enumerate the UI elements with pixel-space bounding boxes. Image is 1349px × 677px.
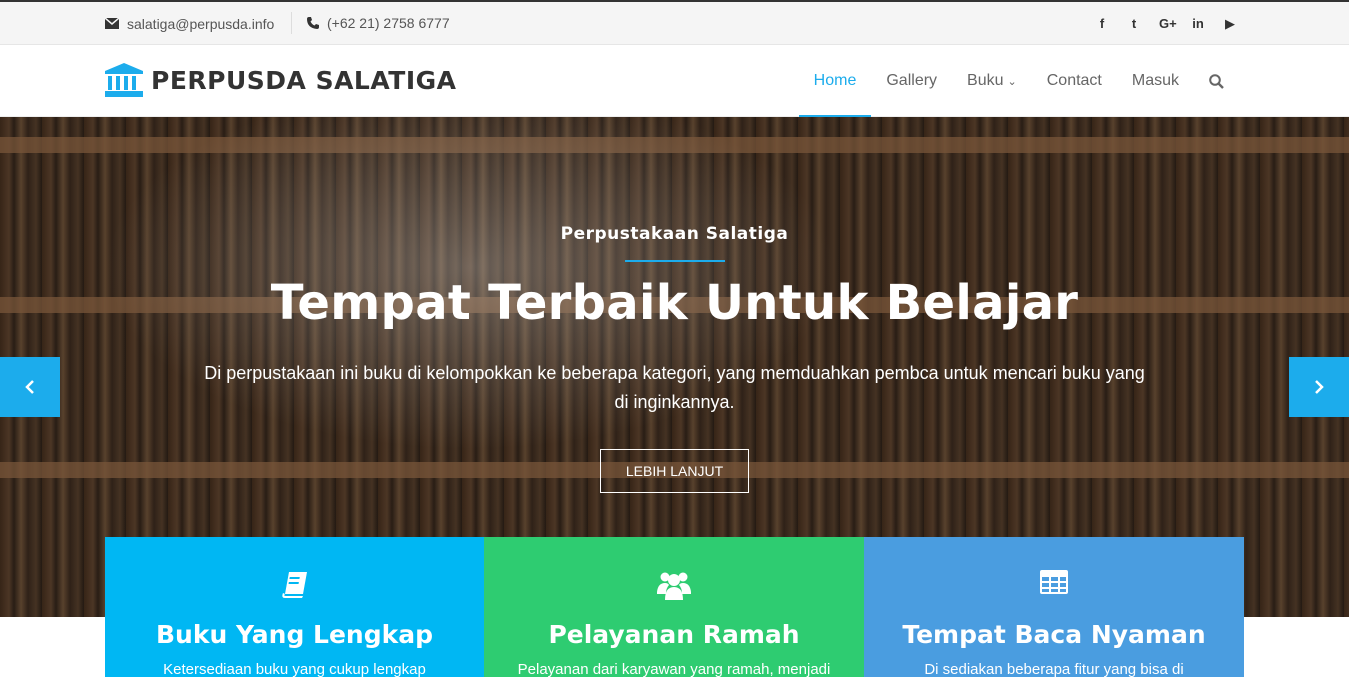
feature-title: Pelayanan Ramah [548, 620, 800, 649]
hero-title: Tempat Terbaik Untuk Belajar [270, 275, 1079, 331]
users-icon [657, 572, 691, 600]
twitter-icon[interactable]: t [1127, 16, 1141, 31]
book-icon [281, 572, 307, 598]
linkedin-icon[interactable]: in [1191, 16, 1205, 31]
phone-icon [307, 17, 319, 29]
nav-buku-dropdown[interactable]: Buku ⌄ [952, 45, 1032, 117]
feature-title: Tempat Baca Nyaman [902, 620, 1206, 649]
nav-masuk-label: Masuk [1131, 72, 1179, 89]
nav-masuk[interactable]: Masuk [1117, 45, 1194, 117]
email-text: salatiga@perpusda.info [127, 15, 275, 32]
library-building-icon [105, 63, 143, 97]
chevron-down-icon: ⌄ [1007, 75, 1017, 88]
google-plus-icon[interactable]: G+ [1159, 16, 1177, 31]
nav-home-label: Home [813, 72, 857, 89]
envelope-icon [105, 18, 119, 29]
facebook-icon[interactable]: f [1095, 16, 1109, 31]
social-links: f t G+ in ▶ [1077, 2, 1237, 45]
nav-gallery-label: Gallery [886, 72, 938, 89]
slider-prev-button[interactable] [0, 357, 60, 417]
brand-name: PERPUSDA SALATIGA [151, 65, 457, 95]
feature-box: Pelayanan Ramah Pelayanan dari karyawan … [484, 537, 864, 677]
nav-gallery[interactable]: Gallery [871, 45, 952, 117]
feature-text: Di sediakan beberapa fitur yang bisa di [924, 661, 1184, 677]
youtube-icon[interactable]: ▶ [1223, 16, 1237, 32]
nav-contact-label: Contact [1046, 72, 1102, 89]
main-navbar: PERPUSDA SALATIGA Home Gallery Buku ⌄ Con… [0, 45, 1349, 118]
phone-text: (+62 21) 2758 6777 [327, 15, 450, 31]
nav-home[interactable]: Home [798, 45, 872, 118]
primary-nav: Home Gallery Buku ⌄ Contact Masuk [798, 45, 1239, 118]
chevron-right-icon [1315, 380, 1324, 394]
hero-divider [625, 260, 725, 262]
nav-contact[interactable]: Contact [1032, 45, 1117, 117]
feature-boxes: Buku Yang Lengkap Ketersediaan buku yang… [105, 537, 1244, 677]
slider-next-button[interactable] [1289, 357, 1349, 417]
search-button[interactable] [1194, 45, 1239, 117]
top-bar: salatiga@perpusda.info (+62 21) 2758 677… [0, 0, 1349, 45]
brand-logo[interactable]: PERPUSDA SALATIGA [105, 63, 457, 97]
feature-title: Buku Yang Lengkap [155, 620, 434, 649]
table-icon [1040, 570, 1068, 594]
feature-text: Ketersediaan buku yang cukup lengkap [163, 661, 426, 677]
feature-text: Pelayanan dari karyawan yang ramah, menj… [517, 661, 831, 677]
phone-contact[interactable]: (+62 21) 2758 6777 [291, 12, 450, 34]
learn-more-button[interactable]: LEBIH LANJUT [600, 449, 749, 493]
feature-box: Buku Yang Lengkap Ketersediaan buku yang… [105, 537, 484, 677]
search-icon [1209, 73, 1224, 89]
email-contact[interactable]: salatiga@perpusda.info [105, 2, 274, 45]
hero-kicker: Perpustakaan Salatiga [560, 224, 789, 244]
nav-buku-label: Buku [967, 72, 1004, 89]
chevron-left-icon [25, 380, 34, 394]
hero-description: Di perpustakaan ini buku di kelompokkan … [204, 363, 1145, 412]
feature-box: Tempat Baca Nyaman Di sediakan beberapa … [864, 537, 1244, 677]
